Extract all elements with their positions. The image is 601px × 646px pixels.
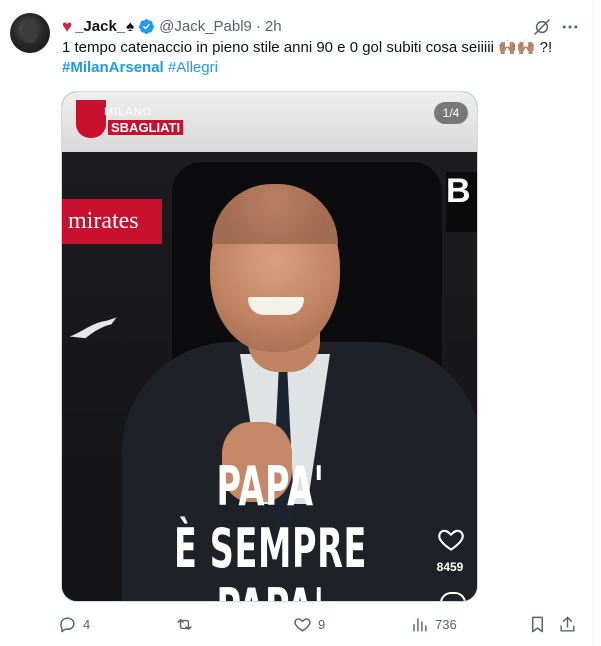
tweet-suffix: ?!: [539, 39, 553, 56]
like-count: 9: [318, 616, 326, 632]
overlay-heart-icon: [436, 525, 466, 553]
bookmark-icon: [532, 616, 543, 632]
like-button[interactable]: 9: [293, 612, 325, 636]
display-name[interactable]: _Jack_: [75, 18, 125, 35]
person-smile: [248, 297, 304, 315]
dot-separator: ·: [255, 17, 261, 35]
repost-icon: [177, 618, 192, 630]
logo-bottom-text: SBAGLIATI: [108, 120, 184, 135]
tweet-body: 1 tempo catenaccio in pieno stile anni 9…: [62, 39, 494, 56]
views-icon: [413, 617, 427, 632]
grok-icon[interactable]: [532, 17, 552, 37]
tweet-text: 1 tempo catenaccio in pieno stile anni 9…: [62, 38, 582, 78]
reply-button[interactable]: 4: [58, 612, 90, 636]
timestamp[interactable]: 2h: [265, 18, 282, 35]
tweet-header: ♥ _Jack_ ♠ @Jack_Pabl9 · 2h: [62, 16, 282, 36]
hashtag-allegri[interactable]: #Allegri: [168, 59, 218, 76]
share-icon: [560, 616, 575, 632]
heart-emoji-icon: ♥: [62, 16, 73, 36]
share-button[interactable]: [558, 612, 577, 636]
sponsor-b-logo: B: [446, 172, 477, 232]
overlay-like-count: 8459: [436, 560, 464, 574]
views-button[interactable]: 736: [410, 612, 457, 636]
avatar[interactable]: [10, 13, 50, 53]
reply-icon: [60, 616, 75, 632]
brand-logo: [68, 314, 120, 347]
sponsor-board: mirates: [62, 199, 162, 244]
repost-button[interactable]: [175, 612, 200, 636]
tweet-card[interactable]: ♥ _Jack_ ♠ @Jack_Pabl9 · 2h 1 tempo cate…: [0, 0, 594, 646]
logo-shield-icon: [76, 100, 106, 138]
like-icon: [294, 617, 311, 632]
more-icon[interactable]: [560, 17, 580, 37]
views-count: 736: [435, 616, 457, 632]
bookmark-button[interactable]: [528, 612, 547, 636]
caption-line-2: È SEMPRE PAPA': [174, 517, 367, 602]
tweet-emoji: 🙌🏽🙌🏽: [498, 39, 536, 56]
handle[interactable]: @Jack_Pabl9: [159, 18, 252, 35]
reply-count: 4: [83, 616, 91, 632]
tweet-actions: 4 9 736: [58, 612, 578, 636]
milano-sbagliati-logo: MILANO SBAGLIATI: [76, 98, 206, 142]
tweet-media-image[interactable]: mirates B MILANO SBAGLIATI 1/4 PAPA' È S…: [61, 91, 478, 602]
media-pager: 1/4: [434, 102, 468, 124]
logo-top-text: MILANO: [104, 106, 153, 118]
caption-line-1: PAPA': [216, 455, 325, 518]
verified-icon[interactable]: [138, 18, 155, 35]
hashtag-milanarsenal[interactable]: #MilanArsenal: [62, 59, 164, 76]
spade-icon: ♠: [126, 17, 135, 35]
